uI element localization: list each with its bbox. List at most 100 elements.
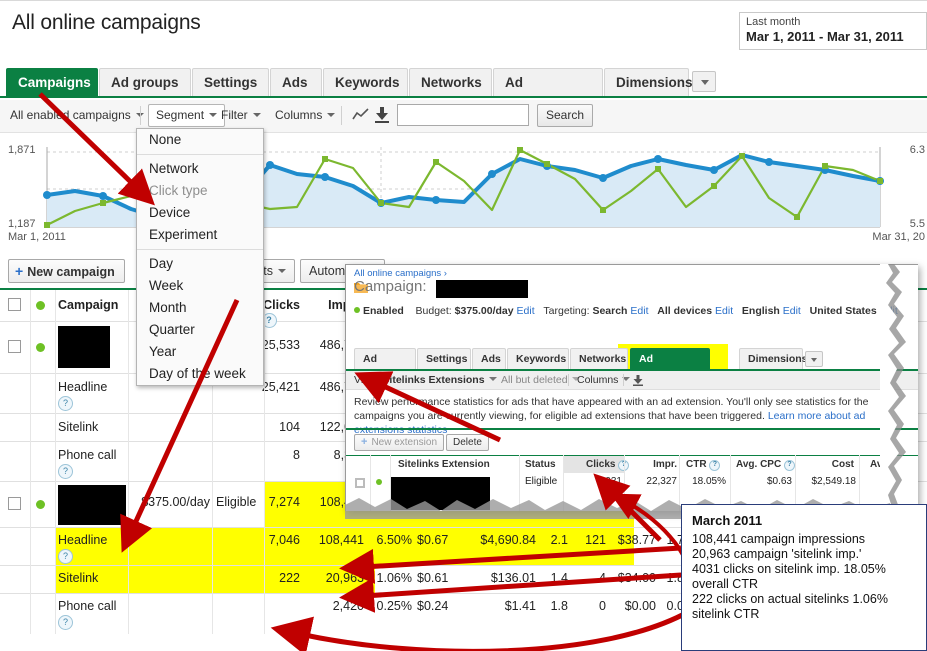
inner-tab-overflow-caret-icon[interactable] bbox=[805, 351, 823, 367]
col-sep bbox=[128, 290, 129, 634]
col-sep bbox=[30, 290, 31, 634]
inner-budget-edit-link[interactable]: Edit bbox=[517, 305, 535, 317]
segment-menu-item-year[interactable]: Year bbox=[137, 341, 263, 363]
search-button[interactable]: Search bbox=[537, 104, 594, 127]
callout-line-5: 222 clicks on actual sitelinks 1.06% bbox=[692, 592, 888, 606]
tab-campaigns[interactable]: Campaigns bbox=[6, 68, 98, 96]
inner-status-enabled: Enabled bbox=[363, 305, 404, 317]
segment-button[interactable]: Segment bbox=[148, 104, 226, 127]
segment-menu-item-none[interactable]: None bbox=[137, 129, 263, 151]
tab-settings[interactable]: Settings bbox=[192, 68, 269, 96]
tab-overflow-caret-icon[interactable] bbox=[692, 71, 716, 92]
inner-column-status[interactable]: Status bbox=[525, 459, 556, 470]
inner-view-selector[interactable]: View: Sitelinks Extensions bbox=[354, 373, 497, 387]
cell-cost: $136.01 bbox=[490, 571, 536, 585]
filter-dropdown[interactable]: Filter bbox=[221, 105, 261, 126]
inner-column-clicks[interactable]: Clicks ? bbox=[586, 459, 630, 471]
inner-targeting-label: Targeting: bbox=[543, 305, 590, 317]
date-range-value: Mar 1, 2011 - Mar 31, 2011 bbox=[746, 29, 904, 44]
cell-position: 2.1 bbox=[550, 533, 568, 547]
cell-impr: 2,420 bbox=[332, 599, 364, 613]
inner-cell-cpc: $0.63 bbox=[766, 476, 792, 487]
new-extension-button[interactable]: + New extension bbox=[354, 434, 445, 451]
nested-campaign-screenshot: All online campaigns › Campaign: Last mo… bbox=[345, 264, 918, 511]
inner-column-ctr-label: CTR bbox=[686, 459, 707, 470]
inner-tab-keywords[interactable]: Keywords bbox=[507, 348, 569, 369]
inner-budget-label: Budget: bbox=[415, 305, 452, 317]
cell-clicks: 7,046 bbox=[268, 533, 300, 547]
inner-targeting-value: Search bbox=[592, 305, 628, 317]
segment-help-icon[interactable]: ? bbox=[58, 396, 73, 411]
segment-menu-item-click-type[interactable]: Click type bbox=[137, 180, 263, 202]
date-range-picker[interactable]: Last month Mar 1, 2011 - Mar 31, 2011 bbox=[739, 12, 927, 50]
campaign-filter-dropdown[interactable]: All enabled campaigns bbox=[10, 105, 144, 126]
annotation-callout: March 2011 108,441 campaign impressions … bbox=[681, 504, 927, 651]
tab-ad-groups[interactable]: Ad groups bbox=[99, 68, 191, 96]
segment-help-icon[interactable]: ? bbox=[58, 549, 73, 564]
chevron-down-icon bbox=[252, 113, 261, 117]
inner-row-checkbox[interactable] bbox=[355, 478, 365, 488]
cell-cost-per-conv: $34.00 bbox=[617, 571, 656, 585]
menu-divider bbox=[137, 154, 263, 155]
campaign-filter-label: All enabled campaigns bbox=[10, 108, 131, 122]
inner-column-cost[interactable]: Cost bbox=[814, 459, 854, 470]
inner-tab-networks[interactable]: Networks bbox=[570, 348, 628, 369]
row-checkbox[interactable] bbox=[8, 340, 21, 353]
inner-targeting-edit-link[interactable]: Edit bbox=[630, 305, 648, 317]
columns-dropdown[interactable]: Columns bbox=[275, 105, 336, 126]
segment-menu-item-week[interactable]: Week bbox=[137, 275, 263, 297]
cell-clicks: 8 bbox=[293, 448, 300, 462]
new-campaign-label: New campaign bbox=[27, 265, 115, 279]
inner-tab-ad-groups[interactable]: Ad groups bbox=[354, 348, 416, 386]
tab-keywords[interactable]: Keywords bbox=[323, 68, 408, 96]
cell-budget: $375.00/day bbox=[141, 495, 210, 509]
help-icon[interactable]: ? bbox=[783, 460, 795, 471]
cell-cost: $4,690.84 bbox=[480, 533, 536, 547]
inner-column-avg-cpc[interactable]: Avg. CPC ? bbox=[736, 459, 795, 471]
inner-tab-ad-extensions[interactable]: Ad extensions bbox=[630, 348, 710, 386]
inner-devices-edit-link[interactable]: Edit bbox=[715, 305, 733, 317]
search-input[interactable] bbox=[397, 104, 529, 126]
inner-column-sitelinks-extension[interactable]: Sitelinks Extension bbox=[398, 459, 490, 470]
segment-menu-item-day[interactable]: Day bbox=[137, 253, 263, 275]
inner-tab-dimensions[interactable]: Dimensions bbox=[739, 348, 808, 369]
inner-column-ctr[interactable]: CTR ? bbox=[686, 459, 721, 471]
callout-line-4: overall CTR bbox=[692, 577, 758, 591]
inner-column-impr[interactable]: Impr. bbox=[635, 459, 677, 470]
segment-help-icon[interactable]: ? bbox=[58, 615, 73, 630]
segment-menu-item-network[interactable]: Network bbox=[137, 158, 263, 180]
inner-tab-ads[interactable]: Ads bbox=[472, 348, 506, 369]
tab-ad-extensions[interactable]: Ad extensions bbox=[493, 68, 603, 118]
column-campaign[interactable]: Campaign bbox=[58, 298, 118, 312]
inner-all-but-deleted-label: All but deleted bbox=[501, 374, 568, 386]
help-icon[interactable]: ? bbox=[709, 460, 721, 471]
chart-icon[interactable] bbox=[352, 108, 369, 122]
delete-button[interactable]: Delete bbox=[446, 434, 489, 451]
columns-label: Columns bbox=[275, 108, 323, 122]
inner-tab-settings[interactable]: Settings bbox=[417, 348, 471, 369]
row-checkbox[interactable] bbox=[8, 497, 21, 510]
download-icon[interactable] bbox=[633, 375, 643, 386]
status-dot-icon bbox=[36, 301, 45, 310]
plus-icon: + bbox=[15, 263, 24, 279]
new-campaign-button[interactable]: + New campaign bbox=[8, 259, 125, 283]
tab-dimensions[interactable]: Dimensions bbox=[604, 68, 693, 96]
tab-ads[interactable]: Ads bbox=[270, 68, 322, 96]
inner-language-edit-link[interactable]: Edit bbox=[783, 305, 801, 317]
segment-menu-item-experiment[interactable]: Experiment bbox=[137, 224, 263, 246]
segment-menu-item-month[interactable]: Month bbox=[137, 297, 263, 319]
segment-menu-item-quarter[interactable]: Quarter bbox=[137, 319, 263, 341]
segment-menu-item-day-of-week[interactable]: Day of the week bbox=[137, 363, 263, 385]
download-icon[interactable] bbox=[375, 107, 389, 123]
segment-help-icon[interactable]: ? bbox=[58, 464, 73, 479]
inner-view-value: Sitelinks Extensions bbox=[382, 374, 485, 386]
segment-menu-item-device[interactable]: Device bbox=[137, 202, 263, 224]
segment-dropdown-menu: None Network Click type Device Experimen… bbox=[136, 128, 264, 386]
cell-cpc: $0.61 bbox=[417, 571, 449, 585]
segment-label-sitelink: Sitelink bbox=[58, 571, 99, 585]
cell-impr: 108,441 bbox=[318, 533, 364, 547]
callout-title: March 2011 bbox=[692, 513, 763, 528]
select-all-checkbox[interactable] bbox=[8, 298, 21, 311]
callout-line-6: sitelink CTR bbox=[692, 607, 760, 621]
tab-networks[interactable]: Networks bbox=[409, 68, 492, 96]
